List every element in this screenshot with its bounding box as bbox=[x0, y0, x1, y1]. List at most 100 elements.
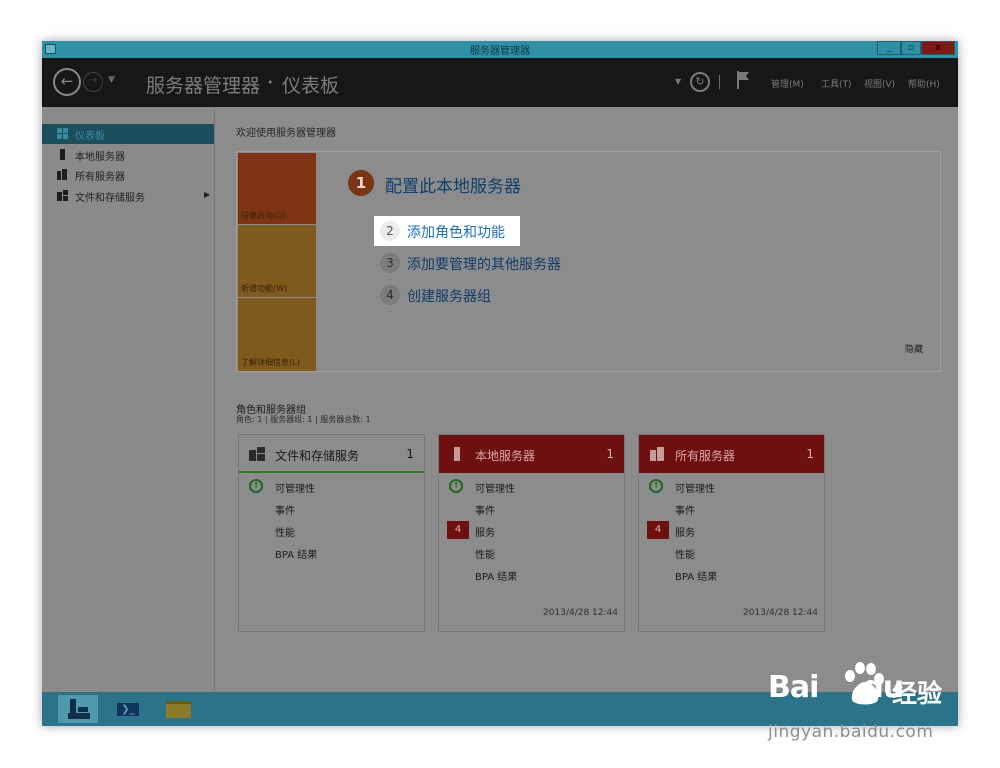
menu-manage[interactable]: 管理(M) bbox=[771, 77, 804, 90]
card-row-performance[interactable]: 性能 bbox=[439, 542, 624, 562]
welcome-label: 欢迎使用服务器管理器 bbox=[236, 128, 336, 139]
sidebar-item-file-storage[interactable]: 文件和存储服务 ▶ bbox=[42, 186, 214, 206]
row-label: 性能 bbox=[475, 550, 495, 561]
card-row-manageability[interactable]: ↑ 可管理性 bbox=[239, 476, 424, 496]
quick-start-panel: 快速启动(Q) 新增功能(W) 了解详细信息(L) 1 配置此本地服务器 2 添… bbox=[236, 151, 941, 372]
card-row-bpa[interactable]: BPA 结果 bbox=[239, 542, 424, 562]
card-row-services[interactable]: 4 服务 bbox=[439, 520, 624, 540]
maximize-button[interactable]: ▫ bbox=[901, 41, 921, 55]
step-label: 添加角色和功能 bbox=[407, 225, 505, 241]
tile-label: 快速启动(Q) bbox=[241, 211, 286, 220]
history-dropdown[interactable]: ▼ bbox=[108, 75, 115, 85]
row-label: 服务 bbox=[475, 528, 495, 539]
card-row-performance[interactable]: 性能 bbox=[239, 520, 424, 540]
close-button[interactable]: x bbox=[921, 41, 955, 55]
row-label: 事件 bbox=[275, 506, 295, 517]
add-roles-features-link[interactable]: 2 添加角色和功能 bbox=[374, 216, 520, 246]
back-button[interactable]: ← bbox=[53, 68, 81, 96]
card-count: 1 bbox=[406, 447, 414, 461]
role-card-all-servers[interactable]: 所有服务器 1 ↑ 可管理性 事件 4 服务 性能 BPA 结果 2013/4/… bbox=[638, 434, 825, 632]
storage-icon bbox=[249, 447, 265, 461]
page-title: 仪表板 bbox=[282, 75, 340, 97]
card-count: 1 bbox=[806, 447, 814, 461]
taskbar-file-explorer[interactable] bbox=[158, 695, 198, 723]
row-label: 事件 bbox=[475, 506, 495, 517]
forward-button[interactable]: → bbox=[83, 72, 103, 92]
tile-label: 新增功能(W) bbox=[241, 284, 288, 293]
card-header[interactable]: 本地服务器 1 bbox=[439, 435, 624, 473]
watermark-url: jingyan.baidu.com bbox=[768, 722, 934, 742]
server-icon bbox=[60, 149, 65, 160]
create-server-group-link[interactable]: 4 创建服务器组 bbox=[374, 280, 520, 310]
expand-arrow-icon[interactable]: ▶ bbox=[204, 190, 210, 199]
row-label: 性能 bbox=[675, 550, 695, 561]
card-row-manageability[interactable]: ↑ 可管理性 bbox=[639, 476, 824, 496]
row-label: 服务 bbox=[675, 528, 695, 539]
configure-local-server-link[interactable]: 配置此本地服务器 bbox=[385, 172, 521, 197]
card-timestamp: 2013/4/28 12:44 bbox=[543, 608, 618, 618]
taskbar-server-manager[interactable] bbox=[58, 695, 98, 723]
sidebar-item-local-server[interactable]: 本地服务器 bbox=[42, 145, 214, 165]
status-ok-icon: ↑ bbox=[449, 479, 463, 493]
taskbar-powershell[interactable]: ❯_ bbox=[108, 695, 148, 723]
baidu-watermark: Bai du 经验 bbox=[768, 660, 953, 710]
header-bar: ← → ▼ 服务器管理器 • 仪表板 ▼ ↻ 管理(M) 工具(T) 视图(V)… bbox=[42, 58, 958, 107]
dashboard-icon bbox=[57, 128, 68, 139]
step-number-badge: 2 bbox=[380, 221, 400, 241]
card-row-events[interactable]: 事件 bbox=[239, 498, 424, 518]
card-row-manageability[interactable]: ↑ 可管理性 bbox=[439, 476, 624, 496]
breadcrumb-separator: • bbox=[267, 76, 274, 89]
sidebar-item-label: 本地服务器 bbox=[75, 152, 125, 163]
alert-count-badge: 4 bbox=[447, 521, 469, 539]
tile-label: 了解详细信息(L) bbox=[241, 358, 300, 367]
card-header[interactable]: 所有服务器 1 bbox=[639, 435, 824, 473]
row-label: 可管理性 bbox=[275, 484, 315, 495]
refresh-button[interactable]: ↻ bbox=[690, 72, 710, 92]
menu-tools[interactable]: 工具(T) bbox=[821, 77, 852, 90]
refresh-icon: ↻ bbox=[695, 75, 705, 88]
hide-link[interactable]: 隐藏 bbox=[905, 342, 923, 355]
storage-icon bbox=[57, 190, 68, 201]
sidebar-item-all-servers[interactable]: 所有服务器 bbox=[42, 165, 214, 185]
tile-quick-start[interactable]: 快速启动(Q) bbox=[238, 153, 316, 224]
tile-whats-new[interactable]: 新增功能(W) bbox=[238, 225, 316, 297]
notifications-flag[interactable] bbox=[736, 70, 750, 94]
menu-help[interactable]: 帮助(H) bbox=[908, 77, 940, 90]
card-row-events[interactable]: 事件 bbox=[439, 498, 624, 518]
breadcrumb-app[interactable]: 服务器管理器 bbox=[146, 71, 260, 98]
card-timestamp: 2013/4/28 12:44 bbox=[743, 608, 818, 618]
row-label: 事件 bbox=[675, 506, 695, 517]
card-row-bpa[interactable]: BPA 结果 bbox=[439, 564, 624, 584]
server-manager-window: 服务器管理器 _ ▫ x ← → ▼ 服务器管理器 • 仪表板 ▼ ↻ 管理(M… bbox=[42, 41, 958, 726]
sidebar-item-label: 文件和存储服务 bbox=[75, 193, 145, 204]
servers-icon bbox=[650, 447, 664, 461]
row-label: BPA 结果 bbox=[475, 572, 518, 583]
card-row-events[interactable]: 事件 bbox=[639, 498, 824, 518]
minimize-button[interactable]: _ bbox=[877, 41, 901, 55]
chevron-down-icon: ▼ bbox=[675, 77, 682, 86]
flag-icon bbox=[737, 71, 749, 89]
refresh-dropdown[interactable]: ▼ bbox=[675, 77, 681, 86]
role-card-file-storage[interactable]: 文件和存储服务 1 ↑ 可管理性 事件 性能 BPA 结果 bbox=[238, 434, 425, 632]
alert-count-badge: 4 bbox=[647, 521, 669, 539]
menu-view[interactable]: 视图(V) bbox=[864, 77, 895, 90]
card-header[interactable]: 文件和存储服务 1 bbox=[239, 435, 424, 473]
row-label: BPA 结果 bbox=[275, 550, 318, 561]
role-card-local-server[interactable]: 本地服务器 1 ↑ 可管理性 事件 4 服务 性能 BPA 结果 2013/4/… bbox=[438, 434, 625, 632]
header-divider bbox=[719, 75, 720, 89]
add-other-servers-link[interactable]: 3 添加要管理的其他服务器 bbox=[374, 248, 561, 278]
sidebar-item-label: 所有服务器 bbox=[75, 172, 125, 183]
arrow-right-icon: → bbox=[88, 75, 98, 86]
sidebar-item-dashboard[interactable]: 仪表板 bbox=[42, 124, 214, 144]
card-row-services[interactable]: 4 服务 bbox=[639, 520, 824, 540]
card-row-performance[interactable]: 性能 bbox=[639, 542, 824, 562]
card-row-bpa[interactable]: BPA 结果 bbox=[639, 564, 824, 584]
title-bar: 服务器管理器 _ ▫ x bbox=[42, 41, 958, 58]
tile-learn-more[interactable]: 了解详细信息(L) bbox=[238, 298, 316, 371]
row-label: 性能 bbox=[275, 528, 295, 539]
card-count: 1 bbox=[606, 447, 614, 461]
main-content: 欢迎使用服务器管理器 快速启动(Q) 新增功能(W) 了解详细信息(L) 1 配… bbox=[216, 107, 958, 692]
sidebar-item-label: 仪表板 bbox=[75, 131, 105, 142]
chevron-down-icon: ▼ bbox=[108, 75, 115, 85]
paw-logo-icon bbox=[845, 662, 884, 705]
